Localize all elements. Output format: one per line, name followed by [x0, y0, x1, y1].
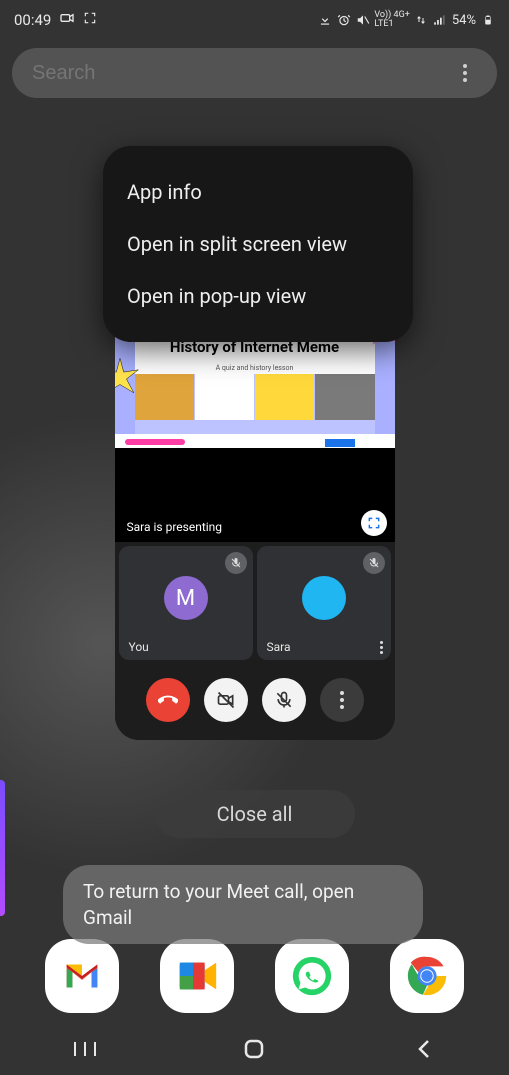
close-all-button[interactable]: Close all [155, 790, 355, 838]
avatar: M [164, 576, 208, 620]
recents-search-bar[interactable] [12, 48, 497, 98]
navigation-bar [0, 1023, 509, 1075]
nav-recents-button[interactable] [55, 1034, 115, 1064]
data-arrows-icon [414, 13, 429, 28]
download-icon [317, 13, 332, 28]
nav-home-button[interactable] [224, 1034, 284, 1064]
status-time: 00:49 [14, 11, 51, 29]
app-context-menu: App info Open in split screen view Open … [103, 146, 413, 342]
expand-presentation-button[interactable] [361, 510, 387, 536]
menu-popup-view[interactable]: Open in pop-up view [103, 270, 413, 322]
search-input[interactable] [32, 62, 453, 85]
slide-subtitle: A quiz and history lesson [216, 364, 294, 372]
toggle-mic-button[interactable] [262, 678, 306, 722]
search-more-icon[interactable] [453, 61, 477, 85]
participant-tile-sara[interactable]: Sara [257, 546, 391, 660]
dock [0, 939, 509, 1013]
participants-grid: M You Sara [115, 542, 395, 664]
participant-name: Sara [267, 640, 291, 654]
chrome-app-icon[interactable] [390, 939, 464, 1013]
participant-options-icon[interactable] [380, 641, 383, 654]
google-meet-app-icon[interactable] [160, 939, 234, 1013]
mute-icon [355, 13, 370, 28]
fullscreen-indicator-icon [83, 11, 97, 29]
participant-name: You [129, 640, 149, 654]
battery-icon [480, 13, 495, 28]
call-controls [115, 664, 395, 740]
network-label-bottom: LTE1 [374, 20, 393, 29]
battery-percent: 54% [452, 13, 476, 28]
participant-tile-you[interactable]: M You [119, 546, 253, 660]
camera-indicator-icon [59, 10, 75, 30]
slide-footer [115, 434, 395, 448]
alarm-icon [336, 13, 351, 28]
mic-muted-icon [225, 552, 247, 574]
gmail-app-icon[interactable] [45, 939, 119, 1013]
signal-icon [433, 13, 448, 28]
nav-back-button[interactable] [394, 1034, 454, 1064]
recent-app-card[interactable]: History of Internet Meme A quiz and hist… [115, 298, 395, 740]
avatar [302, 576, 346, 620]
toggle-camera-button[interactable] [204, 678, 248, 722]
mic-muted-icon [363, 552, 385, 574]
end-call-button[interactable] [146, 678, 190, 722]
status-bar: 00:49 Vo)) 4G+ LTE1 54% [0, 0, 509, 34]
menu-app-info[interactable]: App info [103, 166, 413, 218]
toast-message: To return to your Meet call, open Gmail [63, 865, 423, 944]
presentation-bar: Sara is presenting [115, 448, 395, 542]
edge-panel-handle[interactable] [0, 780, 5, 916]
call-more-button[interactable] [320, 678, 364, 722]
menu-split-screen[interactable]: Open in split screen view [103, 218, 413, 270]
presenting-label: Sara is presenting [127, 520, 223, 534]
whatsapp-app-icon[interactable] [275, 939, 349, 1013]
star-decoration-icon [115, 356, 143, 402]
